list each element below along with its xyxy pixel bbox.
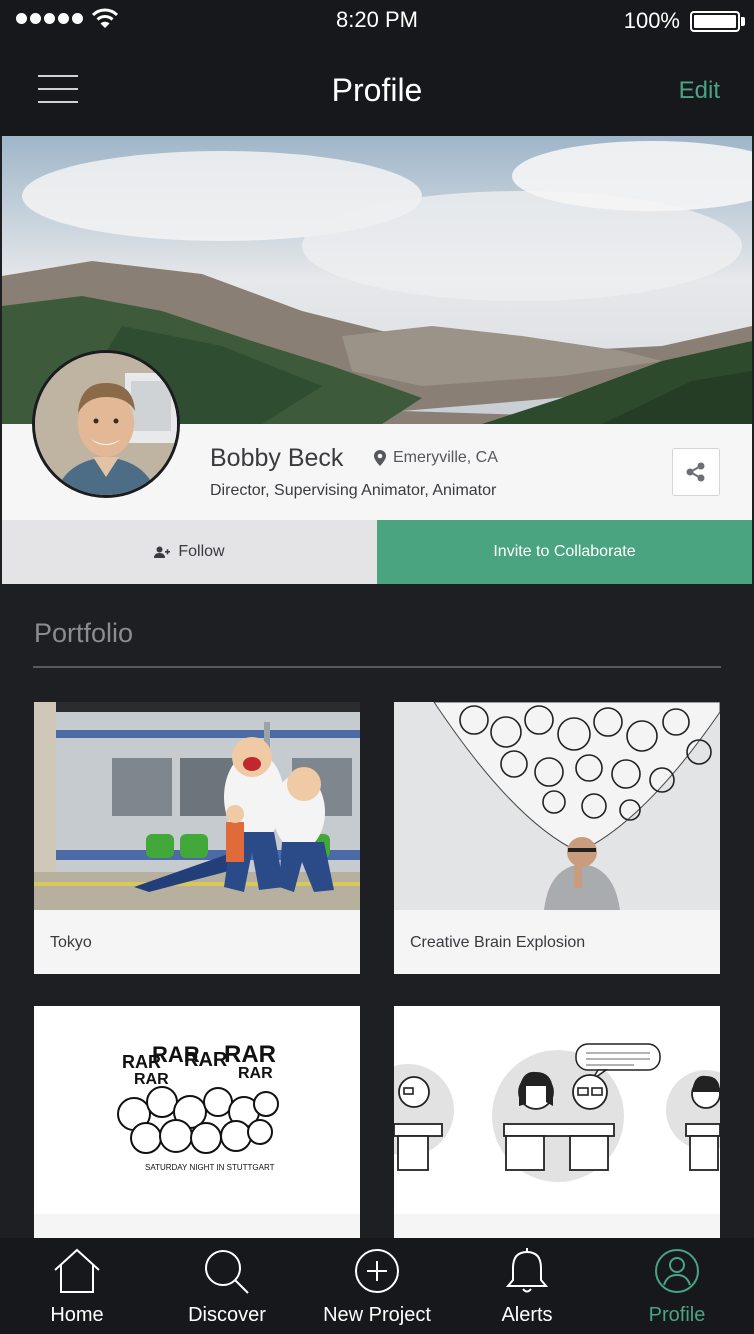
profile-title: Director, Supervising Animator, Animator [210,482,497,499]
tab-label: Home [50,1304,104,1326]
invite-to-collaborate-button[interactable]: Invite to Collaborate [377,520,752,584]
location-pin-icon [374,450,386,466]
comic-sound-word: RAR [238,1065,273,1082]
navigation-bar: Profile Edit [0,40,754,136]
search-icon [205,1250,249,1294]
portfolio-card-comic-strip[interactable] [394,1006,720,1238]
edit-button[interactable]: Edit [679,77,720,105]
portfolio-thumbnail: RAR RAR RAR RAR RAR RAR SATURDAY NIGHT I… [34,1006,360,1214]
portfolio-heading: Portfolio [34,618,134,648]
tab-home[interactable]: Home [2,1238,152,1334]
tab-label: Alerts [501,1304,553,1326]
comic-caption: SATURDAY NIGHT IN STUTTGART [145,1163,275,1172]
portfolio-thumbnail [34,702,360,910]
profile-name: Bobby Beck [210,444,344,472]
follow-button[interactable]: Follow [2,520,377,584]
portfolio-thumbnail [394,1006,720,1214]
share-icon [686,462,705,482]
tab-alerts[interactable]: Alerts [452,1238,602,1334]
comic-sound-word: RAR [184,1049,228,1071]
location-text: Emeryville, CA [393,449,498,466]
add-user-icon [154,546,171,558]
tab-label: New Project [323,1304,431,1326]
profile-location: Emeryville, CA [374,449,498,467]
portfolio-card-creative-brain-explosion[interactable]: Creative Brain Explosion [394,702,720,974]
status-bar: 8:20 PM 100% [0,0,754,40]
portfolio-card-title: Creative Brain Explosion [410,934,586,951]
portfolio-card-title: Tokyo [50,934,92,951]
page-title: Profile [331,72,423,108]
tab-label: Discover [188,1304,266,1326]
plus-circle-icon [355,1249,399,1293]
comic-sound-word: RAR [134,1071,169,1088]
portfolio-card-comic[interactable]: RAR RAR RAR RAR RAR RAR SATURDAY NIGHT I… [34,1006,360,1238]
tab-new-project[interactable]: New Project [302,1238,452,1334]
portfolio-card-tokyo[interactable]: Tokyo [34,702,360,974]
user-circle-icon [655,1249,699,1293]
battery-percentage: 100% [623,8,680,33]
follow-label: Follow [178,543,225,560]
home-icon [54,1248,100,1293]
tab-bar: Home Discover New Project Alerts Profile [0,1238,754,1334]
tab-discover[interactable]: Discover [152,1238,302,1334]
comic-sound-word: RAR [224,1041,276,1068]
share-button[interactable] [672,448,720,496]
portfolio-divider [33,666,721,668]
avatar[interactable] [32,350,180,498]
battery-icon [690,11,740,32]
tab-label: Profile [648,1304,706,1326]
tab-profile[interactable]: Profile [602,1238,752,1334]
portfolio-thumbnail [394,702,720,910]
bell-icon [505,1248,549,1293]
